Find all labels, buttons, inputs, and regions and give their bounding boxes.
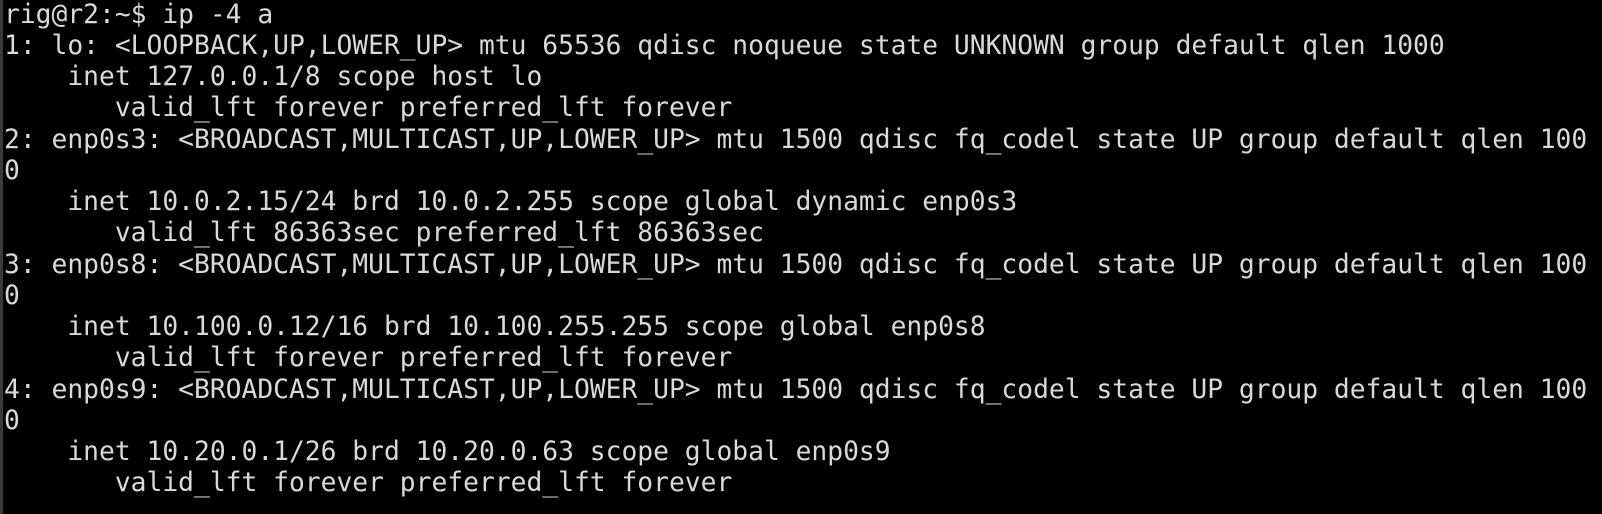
terminal-line-enp0s3-header: 2: enp0s3: <BROADCAST,MULTICAST,UP,LOWER… [4, 125, 1588, 155]
terminal-line-enp0s3-inet: inet 10.0.2.15/24 brd 10.0.2.255 scope g… [4, 187, 1018, 217]
terminal-line-prompt: rig@r2:~$ ip -4 a [4, 0, 274, 30]
terminal-window[interactable]: rig@r2:~$ ip -4 a 1: lo: <LOOPBACK,UP,LO… [0, 0, 1602, 514]
terminal-line-lo-inet: inet 127.0.0.1/8 scope host lo [4, 62, 543, 92]
terminal-line-enp0s9-lft: valid_lft forever preferred_lft forever [4, 468, 733, 498]
terminal-line-enp0s8-inet: inet 10.100.0.12/16 brd 10.100.255.255 s… [4, 312, 986, 342]
terminal-line-enp0s9-wrap: 0 [4, 406, 20, 436]
terminal-line-enp0s9-header: 4: enp0s9: <BROADCAST,MULTICAST,UP,LOWER… [4, 375, 1588, 405]
terminal-line-enp0s9-inet: inet 10.20.0.1/26 brd 10.20.0.63 scope g… [4, 437, 891, 467]
terminal-line-enp0s8-lft: valid_lft forever preferred_lft forever [4, 343, 733, 373]
terminal-line-lo-lft: valid_lft forever preferred_lft forever [4, 93, 733, 123]
terminal-left-edge [0, 0, 3, 514]
terminal-line-enp0s3-wrap: 0 [4, 156, 20, 186]
terminal-line-enp0s8-wrap: 0 [4, 281, 20, 311]
terminal-line-lo-header: 1: lo: <LOOPBACK,UP,LOWER_UP> mtu 65536 … [4, 31, 1445, 61]
terminal-line-enp0s3-lft: valid_lft 86363sec preferred_lft 86363se… [4, 218, 764, 248]
terminal-line-enp0s8-header: 3: enp0s8: <BROADCAST,MULTICAST,UP,LOWER… [4, 250, 1588, 280]
